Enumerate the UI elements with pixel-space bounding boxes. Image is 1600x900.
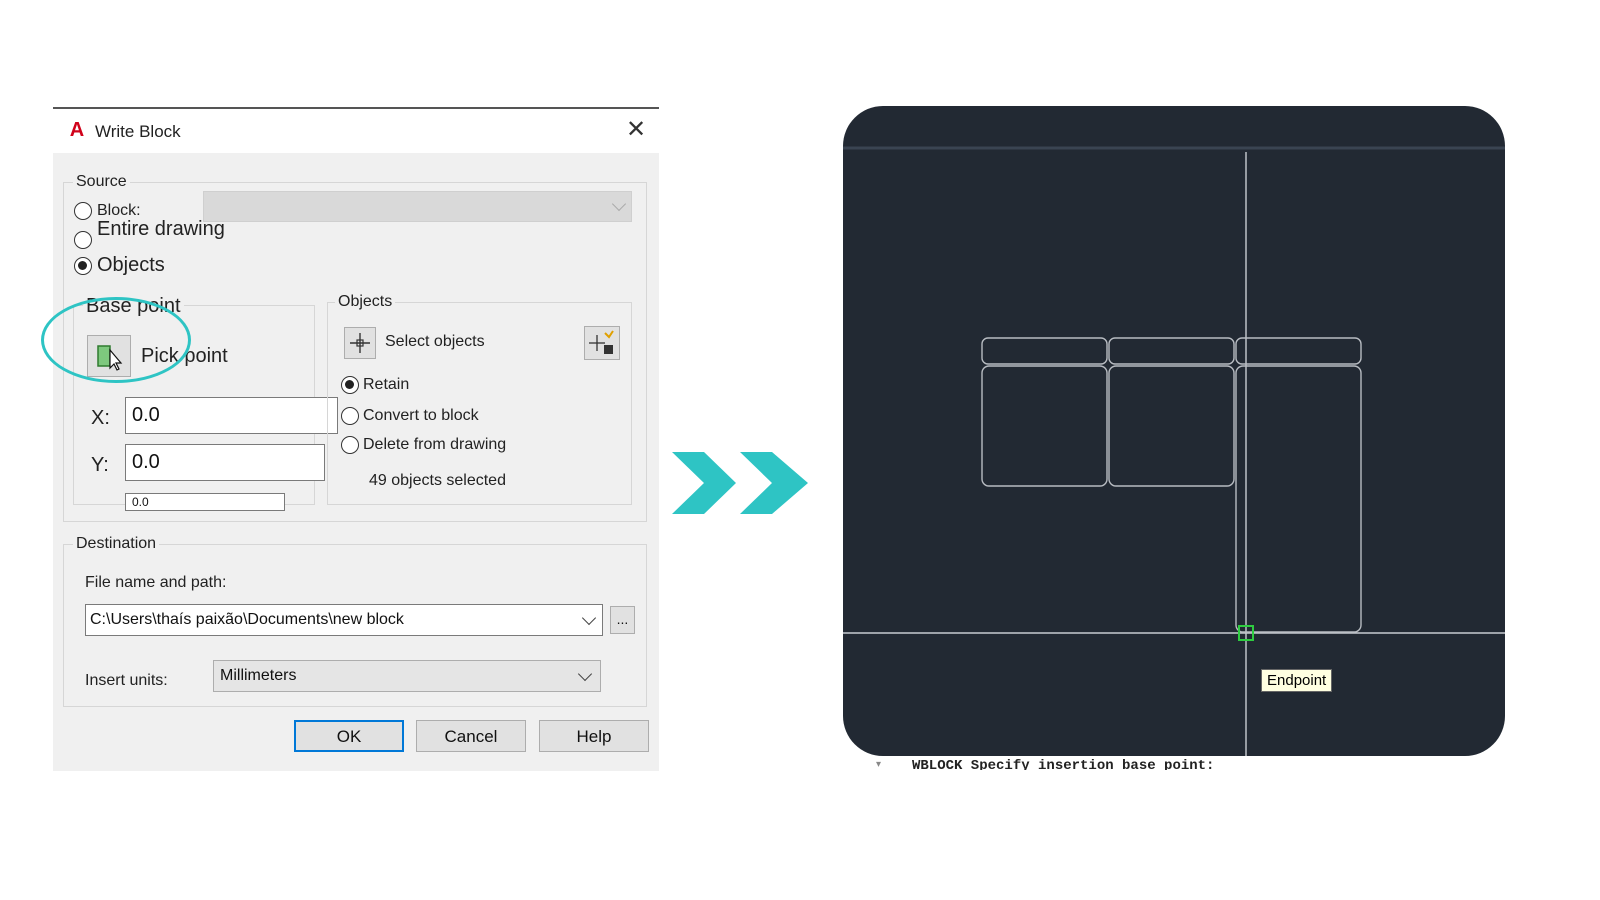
cancel-button[interactable]: Cancel	[416, 720, 526, 752]
sofa-seat-middle	[1108, 365, 1235, 487]
sofa-back-left	[981, 337, 1108, 365]
close-button[interactable]: ✕	[621, 115, 651, 145]
command-history-icon[interactable]: ▾	[876, 759, 881, 770]
objects-legend: Objects	[335, 293, 396, 311]
convert-to-block-radio[interactable]	[341, 407, 359, 425]
sofa-seat-left	[981, 365, 1108, 487]
y-coordinate-input[interactable]	[125, 444, 325, 481]
file-path-value: C:\Users\thaís paixão\Documents\new bloc…	[90, 611, 404, 628]
drawing-svg	[843, 146, 1505, 756]
dialog-title: Write Block	[95, 122, 181, 141]
autocad-logo-icon: A	[69, 119, 85, 141]
sofa-back-right	[1235, 337, 1362, 365]
browse-button[interactable]: ...	[610, 606, 635, 634]
insert-units-select[interactable]: Millimeters	[213, 660, 601, 692]
entire-drawing-label[interactable]: Entire drawing	[97, 218, 225, 241]
drawing-canvas[interactable]: Endpoint	[843, 106, 1505, 756]
chevron-down-icon	[581, 610, 597, 626]
select-objects-button[interactable]	[344, 327, 376, 359]
pick-point-label[interactable]: Pick point	[141, 345, 228, 368]
pick-point-button[interactable]	[87, 335, 131, 377]
help-button[interactable]: Help	[539, 720, 649, 752]
retain-label[interactable]: Retain	[363, 376, 409, 394]
x-label: X:	[91, 407, 110, 429]
convert-to-block-label[interactable]: Convert to block	[363, 407, 479, 425]
select-objects-label[interactable]: Select objects	[385, 333, 485, 351]
command-line[interactable]: ▾ WBLOCK Specify insertion base point:	[870, 756, 1510, 770]
write-block-dialog: A Write Block ✕ Source Block: Entire dra…	[41, 107, 659, 771]
chevron-down-icon	[611, 196, 627, 212]
insert-units-value: Millimeters	[220, 667, 297, 684]
z-coordinate-input[interactable]	[125, 493, 285, 511]
source-legend: Source	[73, 173, 130, 191]
quick-select-button[interactable]	[584, 326, 620, 360]
pick-point-icon	[97, 345, 123, 371]
block-radio[interactable]	[74, 202, 92, 220]
command-prompt-text: WBLOCK Specify insertion base point:	[912, 758, 1215, 770]
destination-legend: Destination	[73, 535, 160, 553]
x-coordinate-input[interactable]	[125, 397, 338, 434]
file-name-label: File name and path:	[85, 574, 227, 591]
quick-select-icon	[589, 330, 614, 354]
delete-from-drawing-radio[interactable]	[341, 436, 359, 454]
title-bar[interactable]: A Write Block ✕	[53, 109, 659, 153]
crosshair-icon	[350, 333, 370, 353]
sofa-back-middle	[1108, 337, 1235, 365]
objects-radio[interactable]	[74, 257, 92, 275]
sofa-chaise-right	[1235, 365, 1362, 633]
objects-selected-count: 49 objects selected	[369, 472, 506, 489]
block-name-combo	[203, 191, 632, 222]
y-label: Y:	[91, 454, 109, 476]
entire-drawing-radio[interactable]	[74, 231, 92, 249]
retain-radio[interactable]	[341, 376, 359, 394]
base-point-legend: Base point	[83, 295, 184, 318]
endpoint-tooltip: Endpoint	[1261, 669, 1333, 692]
double-chevron-arrow-icon	[672, 452, 808, 514]
objects-radio-label[interactable]: Objects	[97, 254, 165, 277]
file-path-combo[interactable]: C:\Users\thaís paixão\Documents\new bloc…	[85, 604, 603, 636]
ok-button[interactable]: OK	[294, 720, 404, 752]
chevron-down-icon	[577, 666, 593, 682]
insert-units-label: Insert units:	[85, 672, 168, 689]
delete-from-drawing-label[interactable]: Delete from drawing	[363, 436, 506, 454]
